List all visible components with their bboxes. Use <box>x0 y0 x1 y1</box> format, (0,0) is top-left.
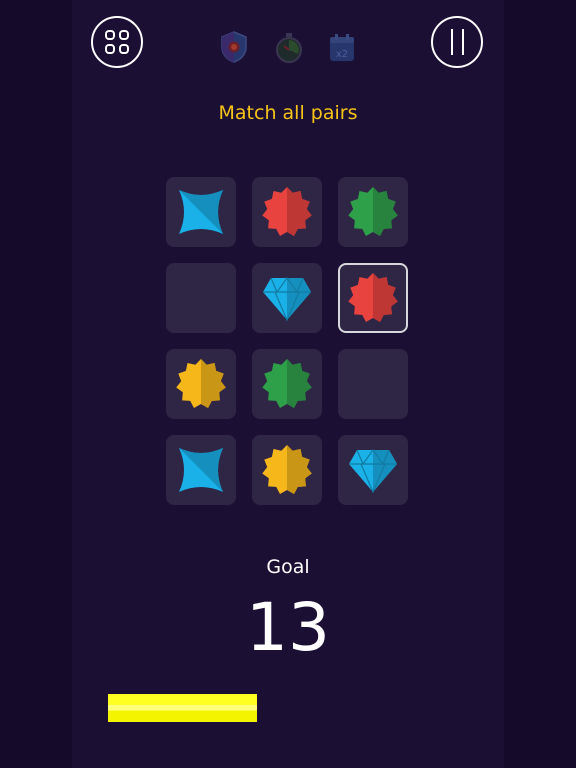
stopwatch-icon <box>276 33 302 63</box>
shield-powerup-button[interactable] <box>219 30 249 64</box>
game-tile[interactable] <box>252 349 322 419</box>
instruction-text: Match all pairs <box>218 102 358 124</box>
empty-tile <box>338 349 408 419</box>
game-tile[interactable] <box>338 177 408 247</box>
badge-star-icon <box>262 445 312 494</box>
grid-icon <box>105 30 129 54</box>
double-points-powerup-button[interactable]: x2 <box>327 30 357 64</box>
pause-button[interactable] <box>431 16 483 68</box>
diamond-icon <box>349 448 397 494</box>
shield-icon <box>221 31 247 63</box>
game-tile[interactable] <box>166 349 236 419</box>
empty-tile <box>166 263 236 333</box>
svg-text:x2: x2 <box>336 49 348 60</box>
badge-star-icon <box>348 187 398 236</box>
badge-star-icon <box>176 359 226 408</box>
badge-star-icon <box>262 187 312 236</box>
game-tile[interactable] <box>252 177 322 247</box>
pause-icon <box>450 29 464 55</box>
game-tile[interactable] <box>252 263 322 333</box>
four-point-star-icon <box>179 448 223 492</box>
diamond-icon <box>263 276 311 322</box>
game-tile[interactable] <box>338 435 408 505</box>
progress-fill <box>108 694 258 722</box>
game-tile[interactable] <box>338 263 408 333</box>
game-tile[interactable] <box>166 435 236 505</box>
progress-bar <box>108 694 468 722</box>
menu-button[interactable] <box>91 16 143 68</box>
stopwatch-powerup-button[interactable] <box>274 30 304 64</box>
badge-star-icon <box>348 273 398 322</box>
badge-star-icon <box>262 359 312 408</box>
four-point-star-icon <box>179 190 223 234</box>
goal-value: 13 <box>246 589 330 666</box>
goal-label: Goal <box>266 556 310 578</box>
game-tile[interactable] <box>166 177 236 247</box>
game-tile[interactable] <box>252 435 322 505</box>
double-calendar-icon: x2 <box>330 34 354 61</box>
